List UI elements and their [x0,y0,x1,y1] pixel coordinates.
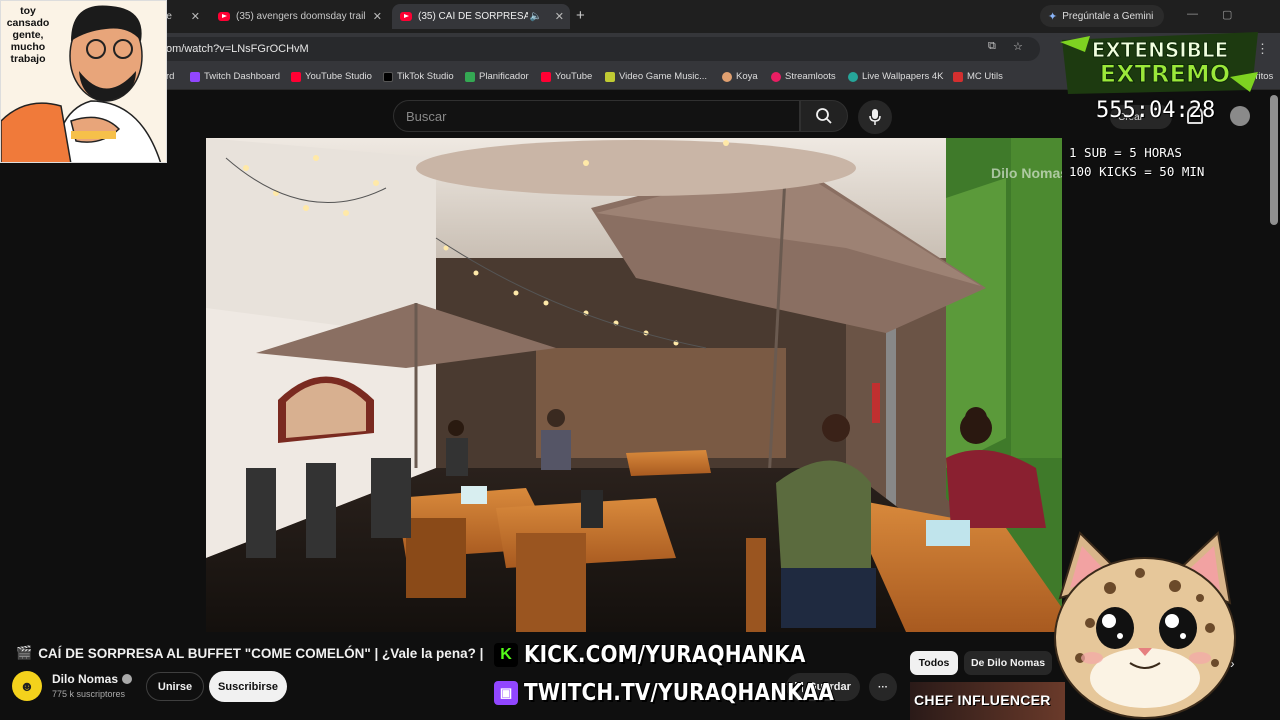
search-button[interactable] [800,100,848,132]
koya-icon [722,71,732,82]
tab-2-label: (35) avengers doomsday trailer [236,11,366,22]
avatar[interactable] [1230,106,1250,126]
close-icon[interactable]: ✕ [555,10,564,23]
close-icon[interactable]: ✕ [373,10,382,23]
wallpaper-icon [848,71,858,82]
bookmark-koya[interactable]: Koya [722,71,758,82]
bookmark-youtube[interactable]: YouTube [541,71,592,82]
search-icon [816,108,832,124]
subscribe-label: Suscribirse [218,680,278,693]
microphone-icon [869,109,881,125]
search-input[interactable]: Buscar [393,100,800,132]
chip-from-channel-label: De Dilo Nomas [970,657,1046,669]
bookmark-label: Koya [736,71,758,82]
tiktok-icon [383,71,393,82]
channel-subscriber-count: 775 k suscriptores [52,689,126,699]
logo-line-1: EXTENSIBLE [1092,38,1229,62]
join-label: Unirse [157,680,193,693]
chip-from-channel[interactable]: De Dilo Nomas [964,651,1052,675]
bookmark-streamloots[interactable]: Streamloots [771,71,836,82]
rule-sub: 1 SUB = 5 HORAS [1069,145,1182,160]
video-frame: Dilo Nomas [206,138,1062,632]
bookmark-label: TikTok Studio [397,71,454,82]
video-title: 🎬 CAÍ DE SORPRESA AL BUFFET "COME COMELÓ… [16,645,483,661]
recommended-video-thumbnail[interactable]: CHEF INFLUENCER [910,682,1065,720]
bookmark-label: Video Game Music... [619,71,708,82]
verified-icon [122,674,133,684]
twitch-icon: ▣ [494,681,518,705]
bookmark-label: YouTube Studio [305,71,372,82]
youtube-icon [400,12,412,21]
clapperboard-icon: 🎬 [16,645,33,660]
twitch-icon [190,71,200,82]
bookmark-live-wallpapers[interactable]: Live Wallpapers 4K [848,71,944,82]
planner-icon [465,71,475,82]
bookmark-twitch-dashboard[interactable]: Twitch Dashboard [190,71,280,82]
chip-all-label: Todos [918,657,950,669]
browser-tab-bar: o e ✕ (35) avengers doomsday trailer ✕ (… [0,0,1280,33]
close-icon[interactable]: ✕ [191,10,200,23]
bookmark-label: Twitch Dashboard [204,71,281,82]
chip-all[interactable]: Todos [910,651,958,675]
extensible-extremo-logo: EXTENSIBLE EXTREMO [1060,32,1258,94]
bookmark-label: Live Wallpapers 4K [862,71,944,82]
gemini-button[interactable]: ✦ Pregúntale a Gemini [1040,5,1164,27]
bookmark-star-icon[interactable]: ☆ [1013,40,1023,53]
tab-2[interactable]: (35) avengers doomsday trailer ✕ [210,4,388,29]
gemini-label: Pregúntale a Gemini [1062,10,1154,22]
twitch-link-overlay: ▣ TWITCH.TV/YURAQHANKAA [494,676,880,710]
voice-search-button[interactable] [858,100,892,134]
kick-link-overlay: K KICK.COM/YURAQHANKA [494,638,848,672]
channel-name[interactable]: Dilo Nomas [52,672,133,686]
tab-3-label: (35) CAÍ DE SORPRESA / [418,11,528,22]
kick-url: KICK.COM/YURAQHANKA [524,642,806,668]
logo-line-2: EXTREMO [1100,60,1230,88]
bookmark-label: rd [166,71,175,82]
rule-kicks: 100 KICKS = 50 MIN [1069,164,1205,179]
install-app-icon[interactable]: ⧉ [988,40,996,53]
bookmark-label: Streamloots [785,71,836,82]
join-button[interactable]: Unirse [146,672,204,701]
bookmark-mc-utils[interactable]: MC Utils [953,71,1003,82]
youtube-studio-icon [291,71,301,82]
bookmark-item[interactable]: rd [166,71,174,82]
new-tab-icon[interactable]: + [576,7,585,24]
kick-icon: K [494,643,518,667]
cat-mascot-overlay [1054,530,1236,719]
music-icon [605,71,615,82]
page-scrollbar[interactable] [1270,95,1278,225]
youtube-icon [541,71,551,82]
video-player[interactable]: Dilo Nomas [206,138,1062,632]
bookmark-label: YouTube [555,71,593,82]
bookmark-video-game-music[interactable]: Video Game Music... [605,71,707,82]
maximize-icon[interactable]: ▢ [1222,8,1232,21]
subscribe-button[interactable]: Suscribirse [209,671,287,702]
youtube-header: Buscar Crear [0,91,1280,138]
bookmark-planificador[interactable]: Planificador [465,71,529,82]
youtube-icon [218,12,230,21]
url-text: om/watch?v=LNsFGrOCHvM [166,43,309,55]
channel-avatar[interactable]: ☻ [12,671,42,701]
tab-3-active[interactable]: (35) CAÍ DE SORPRESA / 🔈 ✕ [392,4,570,29]
subathon-timer: 555:04:28 [1096,98,1216,123]
subathon-rules: 1 SUB = 5 HORAS 100 KICKS = 50 MIN [1069,143,1204,181]
video-title-text: CAÍ DE SORPRESA AL BUFFET "COME COMELÓN"… [38,645,484,661]
thumbnail-text: CHEF INFLUENCER [914,692,1051,708]
channel-watermark: Dilo Nomas [991,165,1062,181]
twitch-url: TWITCH.TV/YURAQHANKAA [524,680,835,706]
gemini-icon: ✦ [1048,10,1058,23]
speaker-icon[interactable]: 🔈 [530,11,542,22]
mc-utils-icon [953,71,963,82]
bookmark-label: Planificador [479,71,529,82]
streamloots-icon [771,71,781,82]
search-placeholder: Buscar [406,108,447,124]
bookmark-youtube-studio[interactable]: YouTube Studio [291,71,372,82]
bookmark-tiktok-studio[interactable]: TikTok Studio [383,71,454,82]
channel-name-text: Dilo Nomas [52,672,119,686]
webcam-overlay: toy cansado gente, mucho trabajo [0,0,167,163]
bookmark-label: MC Utils [967,71,1003,82]
url-field[interactable]: om/watch?v=LNsFGrOCHvM [150,37,1040,61]
webcam-caption: toy cansado gente, mucho trabajo [6,5,50,65]
minimize-icon[interactable]: — [1187,8,1198,20]
